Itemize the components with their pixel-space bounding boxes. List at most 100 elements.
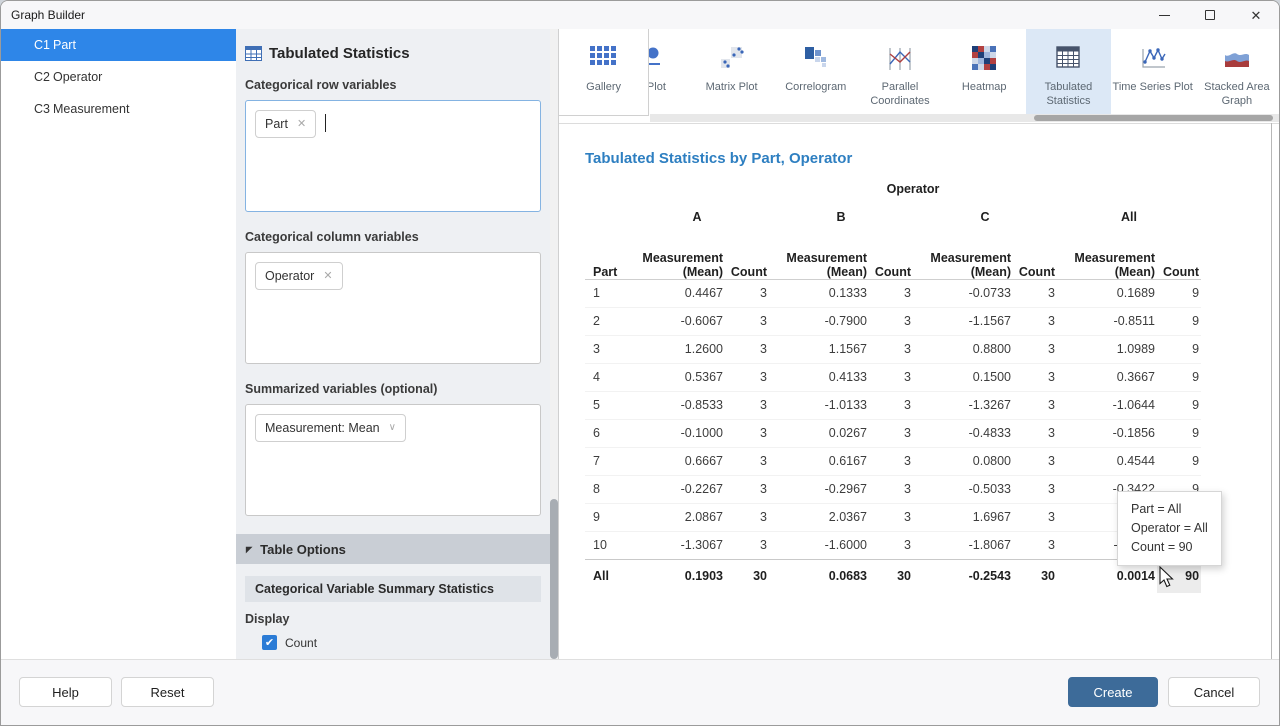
col-group-b: B: [769, 201, 913, 233]
count-header: Count: [1157, 233, 1201, 279]
gallery-item-time-series-plot[interactable]: Time Series Plot: [1111, 29, 1195, 114]
table-row: 31.260031.156730.880031.09899: [585, 335, 1201, 363]
help-button[interactable]: Help: [19, 677, 112, 707]
close-button[interactable]: ✕: [1233, 1, 1279, 29]
panel-scrollbar[interactable]: [550, 29, 558, 659]
value-cell: 30: [1013, 559, 1057, 593]
checkbox-count[interactable]: Count: [262, 635, 541, 650]
value-cell: 0.5367: [625, 363, 725, 391]
create-button[interactable]: Create: [1068, 677, 1158, 707]
gallery-scrollbar-thumb[interactable]: [1034, 115, 1273, 121]
value-cell: 3: [725, 307, 769, 335]
value-cell: 1.6967: [913, 503, 1013, 531]
row-variables-label: Categorical row variables: [245, 78, 541, 92]
gallery-item-tabulated-statistics[interactable]: Tabulated Statistics: [1026, 29, 1110, 114]
value-cell: -0.0733: [913, 279, 1013, 307]
gallery-item-matrix-plot[interactable]: Matrix Plot: [689, 29, 773, 114]
chevron-down-icon[interactable]: ∨: [389, 423, 396, 433]
count-checkbox[interactable]: [262, 635, 277, 650]
table-row: 10-1.30673-1.60003-1.80673-1.57119: [585, 531, 1201, 559]
value-cell: 0.6667: [625, 447, 725, 475]
value-cell: 3: [725, 335, 769, 363]
sidebar-item-part[interactable]: C1 Part: [1, 29, 236, 61]
table-row: 5-0.85333-1.01333-1.32673-1.06449: [585, 391, 1201, 419]
collapse-icon: ◤: [246, 545, 252, 554]
count-header: Count: [1013, 233, 1057, 279]
value-cell: -0.6067: [625, 307, 725, 335]
column-variables-label: Categorical column variables: [245, 230, 541, 244]
value-cell: 9: [1157, 419, 1201, 447]
value-cell: -1.0133: [769, 391, 869, 419]
chip-label: Measurement: Mean: [265, 421, 380, 435]
variable-chip-measurement-mean[interactable]: Measurement: Mean ∨: [255, 414, 406, 442]
value-cell: 3: [1013, 419, 1057, 447]
heatmap-icon: [972, 46, 996, 78]
text-caret: [325, 114, 326, 132]
gallery-item-parallel-coordinates[interactable]: Parallel Coordinates: [858, 29, 942, 114]
gallery-item-label: Correlogram: [785, 80, 846, 94]
row-variables-input[interactable]: Part ✕: [245, 100, 541, 212]
summarized-variables-input[interactable]: Measurement: Mean ∨: [245, 404, 541, 516]
gallery-button[interactable]: Gallery: [559, 29, 649, 116]
gallery-item-label: Time Series Plot: [1113, 80, 1193, 94]
maximize-button[interactable]: [1187, 1, 1233, 29]
column-variables-input[interactable]: Operator ✕: [245, 252, 541, 364]
value-cell: 3: [1013, 447, 1057, 475]
value-cell: 0.3667: [1057, 363, 1157, 391]
value-cell: 1.0989: [1057, 335, 1157, 363]
value-cell: -1.3267: [913, 391, 1013, 419]
count-header: Count: [869, 233, 913, 279]
corner-cell: [585, 201, 625, 233]
checkbox-label: Count: [285, 636, 317, 650]
value-cell: 0.0800: [913, 447, 1013, 475]
value-cell: -1.6000: [769, 531, 869, 559]
variable-chip-part[interactable]: Part ✕: [255, 110, 316, 138]
value-cell: 3: [725, 475, 769, 503]
value-cell: 3: [869, 447, 913, 475]
value-cell: 0.0267: [769, 419, 869, 447]
chip-label: Operator: [265, 269, 314, 283]
table-row: 70.666730.616730.080030.45449: [585, 447, 1201, 475]
tooltip-line: Part = All: [1131, 500, 1208, 519]
cancel-button[interactable]: Cancel: [1168, 677, 1260, 707]
panel-scrollbar-thumb[interactable]: [550, 499, 558, 659]
reset-button[interactable]: Reset: [121, 677, 214, 707]
chip-label: Part: [265, 117, 288, 131]
tabulated-statistics-icon: [1056, 46, 1080, 78]
column-id: C2: [1, 70, 53, 84]
value-cell: -1.1567: [913, 307, 1013, 335]
value-cell: 3: [869, 419, 913, 447]
value-cell: 0.8800: [913, 335, 1013, 363]
remove-chip-icon[interactable]: ✕: [323, 271, 332, 282]
value-cell: 3: [1013, 363, 1057, 391]
value-cell: 3: [725, 503, 769, 531]
value-cell: 0.4544: [1057, 447, 1157, 475]
column-name: Part: [53, 38, 76, 52]
gallery-item-heatmap[interactable]: Heatmap: [942, 29, 1026, 114]
sidebar-item-measurement[interactable]: C3 Measurement: [1, 93, 236, 125]
table-row: 6-0.100030.02673-0.48333-0.18569: [585, 419, 1201, 447]
part-header: Part: [585, 233, 625, 279]
row-label-cell: 10: [585, 531, 625, 559]
row-label-cell: 6: [585, 419, 625, 447]
time-series-plot-icon: [1140, 46, 1166, 78]
gallery-item-correlogram[interactable]: Correlogram: [774, 29, 858, 114]
remove-chip-icon[interactable]: ✕: [297, 119, 306, 130]
content-scroll-divider: [1271, 123, 1272, 659]
row-label-cell: 9: [585, 503, 625, 531]
variable-chip-operator[interactable]: Operator ✕: [255, 262, 343, 290]
count-header: Count: [725, 233, 769, 279]
table-options-header[interactable]: ◤ Table Options: [236, 534, 558, 564]
sidebar-item-operator[interactable]: C2 Operator: [1, 61, 236, 93]
row-label-cell: 8: [585, 475, 625, 503]
gallery-item-stacked-area-graph[interactable]: Stacked Area Graph: [1195, 29, 1279, 114]
value-cell: -0.8533: [625, 391, 725, 419]
table-icon: [245, 46, 262, 61]
gallery-scrollbar[interactable]: [650, 114, 1279, 122]
mean-header: Measurement(Mean): [913, 233, 1013, 279]
minimize-button[interactable]: [1141, 1, 1187, 29]
parallel-coordinates-icon: [886, 46, 914, 78]
value-cell: 0.1333: [769, 279, 869, 307]
value-cell: 3: [1013, 475, 1057, 503]
row-label-cell: 4: [585, 363, 625, 391]
